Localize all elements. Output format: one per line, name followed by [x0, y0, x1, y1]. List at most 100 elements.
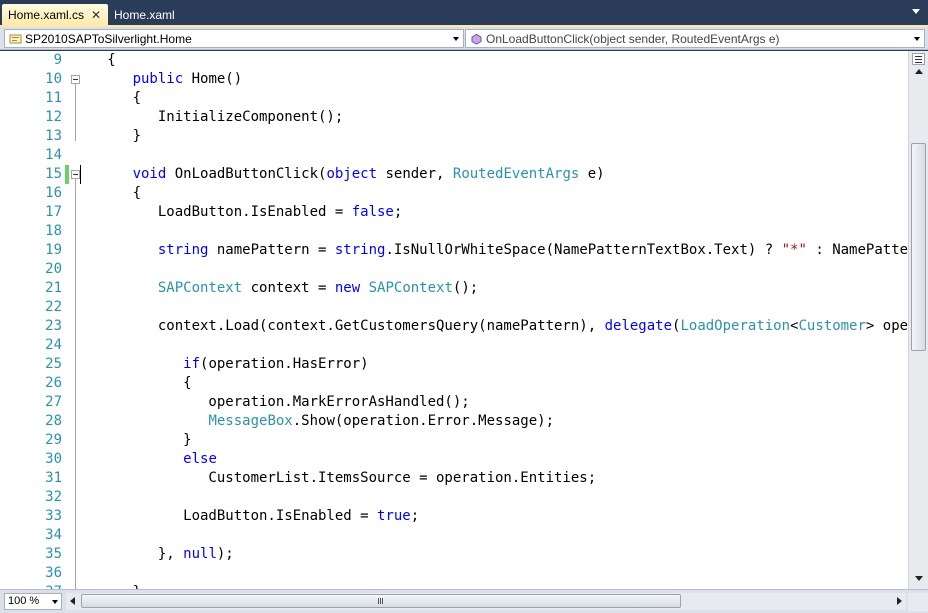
changed-line-marker	[65, 165, 69, 184]
code-line[interactable]: 13 }	[0, 127, 908, 146]
code-text[interactable]: void OnLoadButtonClick(object sender, Ro…	[82, 165, 605, 184]
code-line[interactable]: 9 {	[0, 51, 908, 70]
code-token: namePattern =	[208, 242, 335, 258]
keyword-token: new	[334, 280, 361, 296]
keyword-token: false	[351, 204, 394, 220]
code-token: > operation)	[865, 318, 908, 334]
size-grip	[908, 593, 928, 611]
collapse-icon[interactable]	[71, 75, 80, 84]
scroll-up-arrow-icon[interactable]	[915, 69, 923, 74]
code-token: : NamePatternTextBox.Text;	[815, 242, 908, 258]
code-token: InitializeComponent();	[82, 109, 344, 125]
code-text[interactable]: {	[82, 374, 191, 393]
code-line[interactable]: 31 CustomerList.ItemsSource = operation.…	[0, 469, 908, 488]
code-text[interactable]: InitializeComponent();	[82, 108, 343, 127]
code-text[interactable]: LoadButton.IsEnabled = true;	[82, 507, 419, 526]
tab-home-xaml-cs[interactable]: Home.xaml.cs ✕	[2, 4, 108, 27]
code-text[interactable]: context.Load(context.GetCustomersQuery(n…	[82, 317, 908, 336]
scroll-right-arrow-icon[interactable]	[897, 597, 902, 605]
code-line[interactable]: 27 operation.MarkErrorAsHandled();	[0, 393, 908, 412]
code-line[interactable]: 23 context.Load(context.GetCustomersQuer…	[0, 317, 908, 336]
code-line[interactable]: 30 else	[0, 450, 908, 469]
code-line[interactable]: 20	[0, 260, 908, 279]
code-line[interactable]: 16 {	[0, 184, 908, 203]
line-number: 25	[45, 356, 62, 372]
code-line[interactable]: 19 string namePattern = string.IsNullOrW…	[0, 241, 908, 260]
line-number: 32	[45, 489, 62, 505]
code-text[interactable]: {	[82, 184, 141, 203]
code-text[interactable]: }	[82, 127, 141, 146]
code-text[interactable]: }	[82, 431, 192, 450]
tab-home-xaml[interactable]: Home.xaml	[108, 4, 198, 27]
code-line[interactable]: 29 }	[0, 431, 908, 450]
line-number: 30	[45, 451, 62, 467]
splitter-icon[interactable]	[912, 53, 925, 65]
code-text[interactable]: LoadButton.IsEnabled = false;	[82, 203, 402, 222]
keyword-token: delegate	[604, 318, 673, 334]
line-number: 20	[45, 261, 62, 277]
code-text[interactable]: SAPContext context = new SAPContext();	[82, 279, 478, 298]
chevron-down-icon[interactable]	[912, 9, 920, 14]
string-token: "*"	[781, 242, 807, 258]
code-text[interactable]: public Home()	[82, 70, 243, 89]
outline-guide	[75, 84, 76, 141]
chevron-down-icon[interactable]	[52, 600, 58, 604]
code-line[interactable]: 12 InitializeComponent();	[0, 108, 908, 127]
scroll-down-arrow-icon[interactable]	[915, 576, 923, 581]
type-token: SAPContext	[157, 280, 243, 296]
vertical-scrollbar[interactable]	[908, 51, 928, 589]
code-line[interactable]: 11 {	[0, 89, 908, 108]
collapse-icon[interactable]	[71, 170, 80, 179]
code-token: }	[82, 432, 192, 448]
code-line[interactable]: 18	[0, 222, 908, 241]
keyword-token: public	[132, 71, 184, 87]
code-editor[interactable]: 9 {10 public Home() 11 {12 InitializeComp…	[0, 51, 908, 589]
code-line[interactable]: 28 MessageBox.Show(operation.Error.Messa…	[0, 412, 908, 431]
code-line[interactable]: 24	[0, 336, 908, 355]
code-text[interactable]: else	[82, 450, 217, 469]
code-text[interactable]: }, null);	[82, 545, 234, 564]
horizontal-scroll-thumb[interactable]	[81, 594, 681, 608]
code-text[interactable]: {	[82, 51, 115, 70]
scroll-left-arrow-icon[interactable]	[70, 597, 75, 605]
code-line[interactable]: 22	[0, 298, 908, 317]
text-caret	[80, 165, 81, 184]
code-text[interactable]: if(operation.HasError)	[82, 355, 368, 374]
code-token: Home()	[183, 71, 243, 87]
code-line[interactable]: 33 LoadButton.IsEnabled = true;	[0, 507, 908, 526]
code-line[interactable]: 15 void OnLoadButtonClick(object sender,…	[0, 165, 908, 184]
code-line[interactable]: 26 {	[0, 374, 908, 393]
code-line[interactable]: 14	[0, 146, 908, 165]
code-token: {	[82, 90, 142, 106]
chevron-down-icon[interactable]	[453, 37, 459, 41]
code-text[interactable]: operation.MarkErrorAsHandled();	[82, 393, 469, 412]
code-line[interactable]: 25 if(operation.HasError)	[0, 355, 908, 374]
vertical-scroll-thumb[interactable]	[911, 143, 926, 351]
code-token: {	[82, 185, 142, 201]
type-token: RoutedEventArgs	[452, 166, 580, 182]
code-line[interactable]: 10 public Home()	[0, 70, 908, 89]
code-line[interactable]: 17 LoadButton.IsEnabled = false;	[0, 203, 908, 222]
code-line[interactable]: 36	[0, 564, 908, 583]
code-text[interactable]: CustomerList.ItemsSource = operation.Ent…	[82, 469, 596, 488]
code-line[interactable]: 32	[0, 488, 908, 507]
zoom-combo[interactable]: 100 %	[4, 593, 62, 610]
type-combo[interactable]: SP2010SAPToSilverlight.Home	[4, 29, 464, 48]
code-token: );	[216, 546, 234, 562]
line-number: 17	[45, 204, 62, 220]
type-combo-value: SP2010SAPToSilverlight.Home	[25, 32, 192, 46]
code-text[interactable]: MessageBox.Show(operation.Error.Message)…	[82, 412, 554, 431]
chevron-down-icon[interactable]	[914, 37, 920, 41]
member-combo[interactable]: OnLoadButtonClick(object sender, RoutedE…	[465, 29, 925, 48]
code-line[interactable]: 35 }, null);	[0, 545, 908, 564]
line-number: 12	[45, 109, 62, 125]
code-line[interactable]: 34	[0, 526, 908, 545]
code-line[interactable]: 21 SAPContext context = new SAPContext()…	[0, 279, 908, 298]
code-text[interactable]: string namePattern = string.IsNullOrWhit…	[82, 241, 908, 260]
code-text[interactable]: {	[82, 89, 141, 108]
horizontal-scrollbar[interactable]	[66, 593, 906, 610]
close-icon[interactable]: ✕	[91, 8, 101, 22]
